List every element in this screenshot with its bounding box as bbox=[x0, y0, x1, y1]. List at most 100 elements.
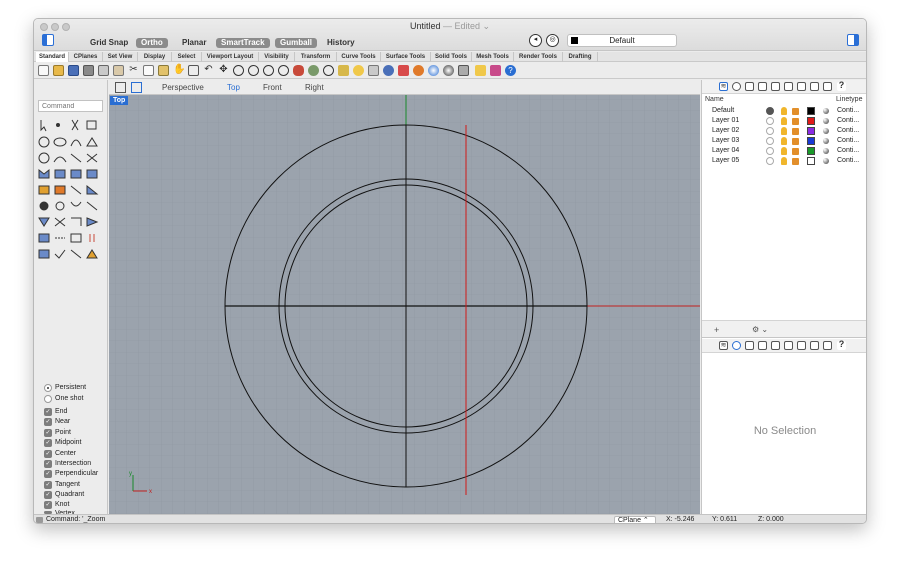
current-layer-radio[interactable] bbox=[766, 137, 774, 145]
light-bulb-icon[interactable] bbox=[781, 107, 787, 115]
current-layer-radio[interactable] bbox=[766, 147, 774, 155]
osnap-quadrant-checkbox[interactable]: ✓ bbox=[44, 491, 52, 499]
tab-render-tools[interactable]: Render Tools bbox=[514, 52, 563, 62]
undo-icon[interactable]: ↶ bbox=[203, 65, 214, 76]
tab-select[interactable]: Select bbox=[172, 52, 202, 62]
properties-sheet-icon[interactable] bbox=[113, 65, 124, 76]
tab-transform[interactable]: Transform bbox=[295, 52, 337, 62]
layer-linetype[interactable]: Conti... bbox=[837, 136, 859, 146]
osnap-near-checkbox[interactable]: ✓ bbox=[44, 418, 52, 426]
blocks-panel-icon[interactable] bbox=[810, 341, 819, 350]
osnap-midpoint-checkbox[interactable]: ✓ bbox=[44, 439, 52, 447]
current-layer-select[interactable]: Default bbox=[567, 34, 677, 47]
zoom-selected-icon[interactable] bbox=[278, 65, 289, 76]
material-ball-icon[interactable] bbox=[823, 128, 829, 134]
object-panel-icon[interactable] bbox=[758, 341, 767, 350]
layer-color-swatch[interactable] bbox=[807, 127, 815, 135]
lock-icon[interactable] bbox=[792, 148, 799, 155]
new-file-icon[interactable] bbox=[38, 65, 49, 76]
light-bulb-icon[interactable] bbox=[781, 157, 787, 165]
cplane-select[interactable]: CPlane ⌃ bbox=[614, 516, 656, 523]
material-ball-icon[interactable] bbox=[823, 138, 829, 144]
options-icon[interactable] bbox=[458, 65, 469, 76]
right-sidebar-toggle-icon[interactable] bbox=[847, 34, 859, 46]
viewport-panel-icon[interactable] bbox=[823, 341, 832, 350]
osnap-end-checkbox[interactable]: ✓ bbox=[44, 408, 52, 416]
tab-viewport-layout[interactable]: Viewport Layout bbox=[202, 52, 259, 62]
layer-linetype[interactable]: Conti... bbox=[837, 156, 859, 166]
tab-set-view[interactable]: Set View bbox=[103, 52, 138, 62]
tab-drafting[interactable]: Drafting bbox=[563, 52, 598, 62]
current-layer-radio[interactable] bbox=[766, 107, 774, 115]
zoom-extents-icon[interactable] bbox=[263, 65, 274, 76]
viewport-title-label[interactable]: Top bbox=[110, 96, 129, 105]
left-sidebar-toggle-icon[interactable] bbox=[42, 34, 54, 46]
move-view-icon[interactable]: ✥ bbox=[218, 65, 229, 76]
layer-options-gear-icon[interactable]: ⚙ ⌄ bbox=[752, 325, 768, 334]
command-history-icon[interactable] bbox=[36, 517, 43, 523]
layer-linetype[interactable]: Conti... bbox=[837, 146, 859, 156]
notes-panel-icon[interactable] bbox=[797, 82, 806, 91]
light-bulb-icon[interactable] bbox=[353, 65, 364, 76]
lock-icon[interactable] bbox=[792, 128, 799, 135]
viewport-panel-icon[interactable] bbox=[823, 82, 832, 91]
help-panel-icon[interactable]: ? bbox=[837, 340, 846, 350]
layer-state-icon[interactable] bbox=[338, 65, 349, 76]
import-icon[interactable] bbox=[98, 65, 109, 76]
osnap-persistent-radio[interactable] bbox=[44, 384, 52, 392]
material-ball-icon[interactable] bbox=[823, 118, 829, 124]
lock-icon[interactable] bbox=[792, 138, 799, 145]
material-ball-icon[interactable] bbox=[823, 108, 829, 114]
material-ball-icon[interactable] bbox=[823, 148, 829, 154]
zoom-dynamic-icon[interactable] bbox=[233, 65, 244, 76]
layer-color-swatch[interactable] bbox=[807, 157, 815, 165]
undo-view-icon[interactable] bbox=[308, 65, 319, 76]
layer-linetype[interactable]: Conti... bbox=[837, 106, 859, 116]
document-panel-icon[interactable] bbox=[745, 82, 754, 91]
sphere-render-icon[interactable] bbox=[443, 65, 454, 76]
layers-panel-icon[interactable]: ≋ bbox=[719, 341, 728, 350]
layer-color-swatch[interactable] bbox=[807, 147, 815, 155]
tab-visibility[interactable]: Visibility bbox=[259, 52, 295, 62]
lock-icon[interactable] bbox=[792, 118, 799, 125]
lock-icon[interactable] bbox=[792, 158, 799, 165]
notes-panel-icon[interactable] bbox=[797, 341, 806, 350]
help-icon[interactable]: ? bbox=[505, 65, 516, 76]
light-bulb-icon[interactable] bbox=[781, 147, 787, 155]
material-icon[interactable] bbox=[413, 65, 424, 76]
tab-standard[interactable]: Standard bbox=[36, 52, 69, 62]
named-views-icon[interactable] bbox=[771, 82, 780, 91]
environment-icon[interactable] bbox=[428, 65, 439, 76]
properties-panel-icon[interactable] bbox=[732, 341, 741, 350]
blocks-panel-icon[interactable] bbox=[810, 82, 819, 91]
layer-color-swatch[interactable] bbox=[807, 107, 815, 115]
layer-row-layer-02[interactable]: Layer 02 Conti... bbox=[702, 126, 866, 136]
smarttrack-toggle[interactable]: SmartTrack bbox=[216, 38, 270, 48]
lock-icon[interactable] bbox=[792, 108, 799, 115]
single-view-layout-icon[interactable] bbox=[131, 82, 142, 93]
flag-icon[interactable] bbox=[475, 65, 486, 76]
target-icon[interactable] bbox=[323, 65, 334, 76]
layer-row-layer-05[interactable]: Layer 05 Conti... bbox=[702, 156, 866, 166]
material-ball-icon[interactable] bbox=[823, 158, 829, 164]
tab-surface-tools[interactable]: Surface Tools bbox=[381, 52, 431, 62]
add-layer-button[interactable]: + bbox=[714, 325, 719, 335]
open-file-icon[interactable] bbox=[53, 65, 64, 76]
shaded-view-icon[interactable] bbox=[383, 65, 394, 76]
tab-right[interactable]: Right bbox=[305, 82, 324, 93]
record-target-icon[interactable]: ◎ bbox=[546, 34, 559, 47]
help-panel-icon[interactable]: ? bbox=[837, 81, 846, 91]
playback-icon[interactable]: ◂ bbox=[529, 34, 542, 47]
rotate-view-icon[interactable] bbox=[293, 65, 304, 76]
save-icon[interactable] bbox=[68, 65, 79, 76]
layer-row-layer-03[interactable]: Layer 03 Conti... bbox=[702, 136, 866, 146]
materials-panel-icon[interactable] bbox=[784, 341, 793, 350]
select-window-icon[interactable] bbox=[188, 65, 199, 76]
light-bulb-icon[interactable] bbox=[781, 117, 787, 125]
osnap-point-checkbox[interactable]: ✓ bbox=[44, 429, 52, 437]
planar-toggle[interactable]: Planar bbox=[177, 38, 211, 48]
layers-linetype-header[interactable]: Linetype bbox=[836, 96, 862, 103]
print-icon[interactable] bbox=[83, 65, 94, 76]
osnap-center-checkbox[interactable]: ✓ bbox=[44, 450, 52, 458]
current-layer-radio[interactable] bbox=[766, 127, 774, 135]
